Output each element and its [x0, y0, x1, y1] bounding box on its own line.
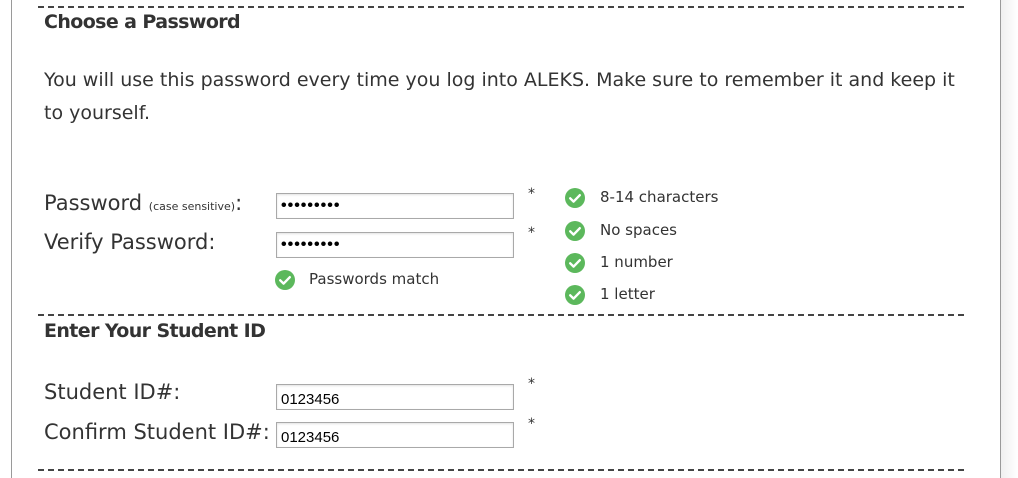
student-id-input[interactable]	[276, 384, 514, 410]
check-circle-icon	[565, 253, 585, 273]
password-label-text: Password	[44, 191, 143, 215]
check-circle-icon	[565, 188, 585, 208]
student-id-section-heading: Enter Your Student ID	[44, 320, 266, 342]
requirement-no-spaces: No spaces	[600, 221, 677, 239]
password-input[interactable]	[276, 193, 514, 219]
password-section-heading: Choose a Password	[44, 11, 241, 33]
password-label: Password (case sensitive):	[44, 191, 242, 215]
passwords-match-message: Passwords match	[309, 270, 440, 288]
panel-left-border	[11, 0, 12, 478]
requirement-length: 8-14 characters	[600, 188, 719, 206]
check-circle-icon	[275, 270, 295, 290]
requirement-letter: 1 letter	[600, 285, 655, 303]
check-circle-icon	[565, 221, 585, 241]
password-label-colon: :	[235, 191, 243, 215]
verify-required-marker: *	[528, 225, 535, 241]
panel-shadow	[1001, 0, 1018, 478]
confirm-student-id-input[interactable]	[276, 422, 514, 448]
verify-password-input[interactable]	[276, 232, 514, 258]
confirm-student-id-required-marker: *	[528, 416, 535, 432]
verify-password-label: Verify Password:	[44, 230, 216, 254]
student-id-required-marker: *	[528, 376, 535, 392]
student-id-label: Student ID#:	[44, 380, 181, 404]
requirement-number: 1 number	[600, 253, 673, 271]
section-divider	[38, 469, 964, 471]
section-divider	[38, 6, 964, 8]
section-divider	[38, 314, 964, 316]
password-instructions: You will use this password every time yo…	[44, 69, 955, 124]
confirm-student-id-label: Confirm Student ID#:	[44, 420, 270, 444]
check-circle-icon	[565, 285, 585, 305]
case-sensitive-note: (case sensitive)	[148, 200, 236, 213]
password-required-marker: *	[528, 186, 535, 202]
